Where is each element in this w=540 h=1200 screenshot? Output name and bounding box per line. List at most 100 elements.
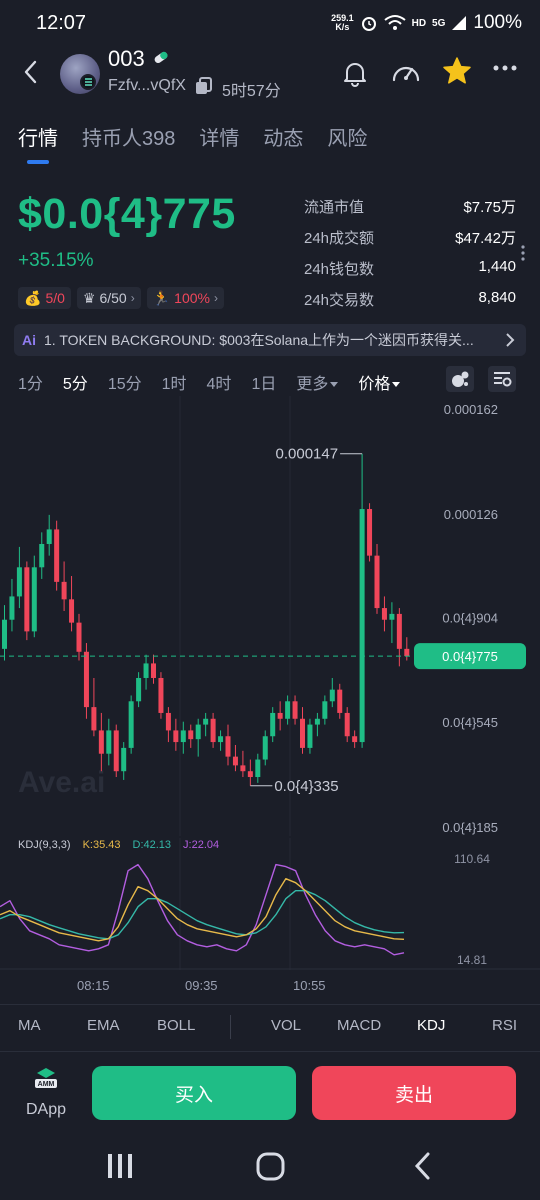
ai-summary-bar[interactable]: Ai 1. TOKEN BACKGROUND: $003在Solana上作为一个…	[14, 324, 526, 356]
indicator-vol[interactable]: VOL	[271, 1017, 301, 1034]
gauge-icon[interactable]	[390, 58, 422, 88]
time-tick: 09:35	[185, 978, 218, 993]
candle-body	[180, 730, 186, 743]
timeframe-1h[interactable]: 1时	[162, 370, 187, 394]
candle-body	[31, 567, 37, 632]
kdj-d-line	[0, 890, 405, 940]
candle-body	[232, 756, 238, 766]
runner-icon: 🏃	[152, 289, 171, 306]
recent-apps-icon[interactable]	[108, 1154, 132, 1178]
bubble-icon	[452, 371, 469, 387]
timeframe-1m[interactable]: 1分	[18, 370, 43, 394]
signal-icon	[452, 16, 467, 30]
star-icon[interactable]	[442, 56, 472, 86]
more-icon[interactable]	[492, 63, 518, 73]
indicator-macd[interactable]: MACD	[337, 1017, 381, 1034]
kdj-max-label: 110.64	[454, 852, 490, 866]
candle-body	[91, 707, 97, 731]
buy-button[interactable]: 买入	[92, 1066, 296, 1120]
candle-body	[255, 759, 261, 778]
low-price-label: 0.0{4}335	[274, 778, 338, 795]
high-price-label: 0.000147	[276, 446, 339, 463]
nav-back-icon[interactable]	[414, 1152, 430, 1180]
dapp-icon: AMM	[35, 1068, 57, 1088]
candle-body	[158, 677, 164, 713]
candle-body	[195, 724, 201, 740]
indicator-ema[interactable]: EMA	[87, 1017, 120, 1034]
stat-market-cap: 流通市值 $7.75万	[304, 199, 516, 216]
top-holders-badge[interactable]: ♛ 6/50 ›	[76, 287, 141, 309]
dapp-badge-text: AMM	[38, 1081, 55, 1088]
timeframe-selector: 1分 5分 15分 1时 4时 1日 更多 价格	[18, 370, 401, 394]
detail-tabs: 行情 持币人398 详情 动态 风险	[18, 122, 367, 151]
dapp-button[interactable]: AMM DApp	[22, 1066, 70, 1119]
crown-icon: ♛	[82, 289, 96, 306]
bell-icon[interactable]	[340, 58, 370, 88]
token-age: 5时57分	[222, 83, 281, 100]
price-change: +35.15%	[18, 250, 94, 271]
candle-body	[292, 701, 298, 719]
indicator-divider	[230, 1015, 231, 1039]
timeframe-15m[interactable]: 15分	[108, 370, 142, 394]
candle-body	[270, 712, 276, 737]
tab-holders[interactable]: 持币人398	[82, 122, 175, 151]
wifi-icon	[383, 15, 406, 30]
candle-body	[173, 730, 179, 743]
tab-activity[interactable]: 动态	[263, 122, 303, 151]
y-tick-label: 0.0{4}185	[442, 820, 498, 835]
runner-badge[interactable]: 🏃 100% ›	[146, 287, 224, 309]
tab-risk[interactable]: 风险	[327, 122, 367, 151]
kdj-title: KDJ(9,3,3)	[18, 839, 71, 851]
battery-percent: 100%	[473, 12, 522, 33]
candle-body	[218, 736, 224, 743]
insider-badge[interactable]: 💰 5/0	[18, 287, 71, 309]
indicator-ma[interactable]: MA	[18, 1017, 41, 1034]
token-address[interactable]: Fzfv...vQfX	[108, 77, 186, 95]
candle-body	[24, 567, 30, 632]
candle-body	[2, 619, 7, 649]
y-tick-label: 0.000126	[444, 507, 498, 522]
chevron-right-icon: ›	[213, 291, 218, 305]
chevron-right-icon: ›	[130, 291, 135, 305]
solana-chain-icon	[80, 74, 96, 90]
kdj-d-value: D:42.13	[132, 839, 172, 851]
home-icon[interactable]	[256, 1152, 285, 1181]
current-price: $0.0{4}775	[18, 190, 236, 238]
candle-body	[225, 736, 231, 757]
current-price-label: 0.0{4}775	[442, 649, 498, 664]
candle-body	[240, 765, 246, 772]
chart-settings-button[interactable]	[488, 366, 516, 392]
price-mode-select[interactable]: 价格	[358, 370, 401, 394]
candle-body	[367, 509, 373, 556]
candle-body	[322, 701, 328, 719]
y-tick-label: 0.000162	[444, 402, 498, 417]
indicator-kdj[interactable]: KDJ	[417, 1017, 445, 1034]
candle-body	[69, 599, 75, 623]
candle-body	[389, 613, 395, 620]
kdj-chart[interactable]: 110.64 14.81	[0, 838, 540, 970]
candle-body	[285, 701, 291, 719]
timeframe-4h[interactable]: 4时	[207, 370, 232, 394]
timeframe-more[interactable]: 更多	[296, 370, 339, 394]
back-icon[interactable]	[16, 56, 46, 88]
candle-body	[381, 608, 387, 620]
caret-down-icon	[330, 382, 339, 388]
timeframe-1d[interactable]: 1日	[251, 370, 276, 394]
sell-button[interactable]: 卖出	[312, 1066, 516, 1120]
candle-body	[165, 712, 171, 731]
tab-market[interactable]: 行情	[18, 122, 58, 151]
indicator-rsi[interactable]: RSI	[492, 1017, 517, 1034]
candle-body	[9, 596, 15, 620]
indicator-boll[interactable]: BOLL	[157, 1017, 195, 1034]
vertical-dots-icon[interactable]	[520, 244, 526, 262]
candle-body	[39, 543, 45, 568]
candle-body	[300, 718, 305, 748]
ai-summary-text: 1. TOKEN BACKGROUND: $003在Solana上作为一个迷因币…	[44, 332, 474, 348]
timeframe-5m[interactable]: 5分	[63, 370, 88, 394]
kdj-k-line	[0, 878, 405, 942]
time-tick: 08:15	[77, 978, 110, 993]
chart-tool-button[interactable]	[446, 366, 474, 392]
price-chart[interactable]: Ave.ai 0.000162 0.000126 0.0{4}904 0.0{4}545…	[0, 396, 540, 836]
tab-details[interactable]: 详情	[199, 122, 239, 151]
copy-icon[interactable]	[194, 76, 214, 96]
